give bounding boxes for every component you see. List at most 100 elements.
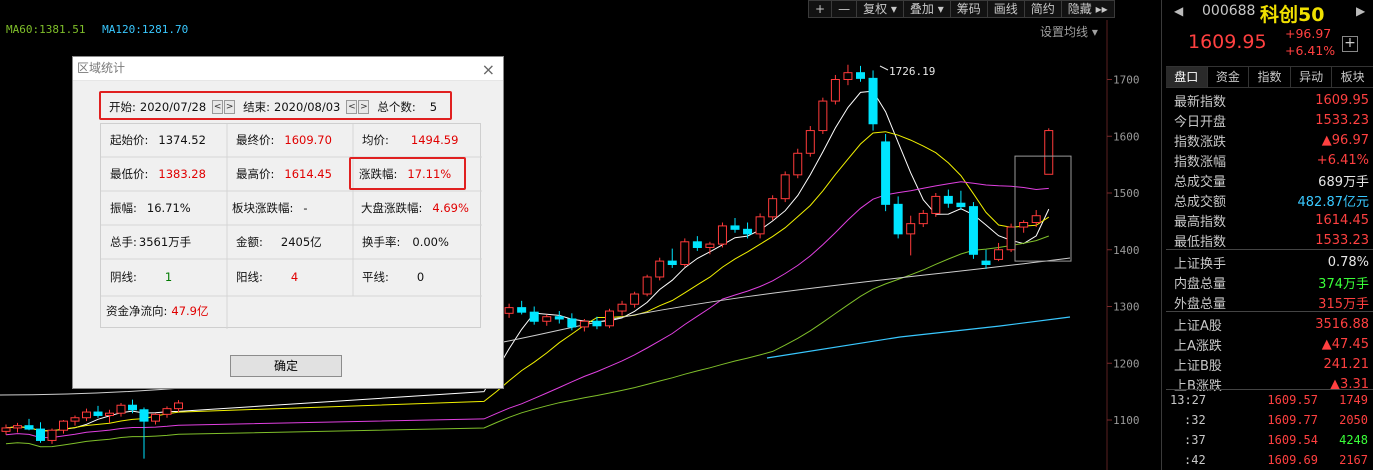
stat-sector: 板块涨跌幅: - — [232, 201, 308, 215]
quote-row-value: 1533.23 — [1315, 112, 1369, 128]
tab-funds[interactable]: 资金 — [1208, 67, 1250, 87]
candle-body — [70, 417, 80, 422]
tick-price: 1609.54 — [1267, 433, 1318, 447]
tab-orderbook[interactable]: 盘口 — [1166, 67, 1208, 87]
quote-row-label: 最新指数 — [1174, 94, 1227, 110]
candle-body — [1044, 130, 1054, 175]
tab-index[interactable]: 指数 — [1249, 67, 1291, 87]
tick-time: :32 — [1184, 413, 1206, 427]
high-annotation: 1726.19 — [889, 65, 935, 78]
stat-netflow: 资金净流向: 47.9亿 — [106, 304, 209, 318]
candle-body — [717, 225, 727, 245]
quote-row-value: +6.41% — [1316, 152, 1369, 168]
candle-body — [743, 228, 753, 235]
hide-button[interactable]: 隐藏 ▸▸ — [1061, 0, 1115, 18]
tick-volume: 4248 — [1339, 433, 1368, 447]
candle-body — [1006, 226, 1016, 251]
tick-time: 13:27 — [1170, 393, 1207, 407]
candle-body — [504, 307, 514, 314]
chips-button[interactable]: 筹码 — [950, 0, 988, 18]
range-highlight — [99, 91, 452, 120]
add-watchlist-icon[interactable]: + — [1342, 36, 1358, 52]
candle-body — [105, 412, 114, 416]
candle-body — [755, 216, 765, 235]
candle-body — [542, 316, 552, 322]
index-name: 科创50 — [1260, 4, 1325, 26]
quote-row-value: 1614.45 — [1315, 212, 1369, 228]
quote-row-label: 今日开盘 — [1174, 114, 1227, 130]
quote-row: 最新指数 1609.95 — [1174, 90, 1369, 110]
tick-row[interactable]: :32 1609.77 2050 — [1166, 410, 1370, 430]
candle-body — [128, 404, 137, 411]
candle-body — [956, 202, 966, 208]
zoom-out-button[interactable]: — — [832, 0, 858, 18]
quote-row-label: 最低指数 — [1174, 234, 1227, 250]
quote-row: 外盘总量 315万手 — [1174, 292, 1369, 312]
quote-row-value: 482.87亿元 — [1297, 194, 1370, 210]
simple-mode-button[interactable]: 简约 — [1024, 0, 1062, 18]
price-tick-label: 1700 — [1113, 74, 1140, 87]
quote-row-label: 指数涨跌 — [1174, 134, 1227, 150]
candle-body — [906, 223, 916, 235]
candle-body — [881, 141, 891, 205]
ma-settings-button[interactable]: 设置均线 ▾ — [1040, 23, 1098, 40]
candle-body — [139, 409, 149, 422]
tick-row[interactable]: 13:27 1609.57 1749 — [1166, 390, 1370, 410]
tick-row[interactable]: :42 1609.69 2167 — [1166, 450, 1370, 470]
candle-body — [24, 425, 34, 430]
overlay-dropdown[interactable]: 叠加 ▾ — [903, 0, 951, 18]
next-icon[interactable]: ▶ — [1356, 4, 1365, 18]
quote-row: 上证换手 0.78% — [1174, 252, 1369, 272]
tick-volume: 2050 — [1339, 413, 1368, 427]
quote-row: 最低指数 1533.23 — [1174, 230, 1369, 250]
range-selection-box — [1014, 155, 1072, 262]
stat-amplitude: 振幅: 16.71% — [110, 201, 191, 215]
tab-movement[interactable]: 异动 — [1291, 67, 1333, 87]
draw-line-button[interactable]: 画线 — [987, 0, 1025, 18]
dialog-titlebar[interactable]: 区域统计 × — [73, 57, 503, 81]
stat-market: 大盘涨跌幅: 4.69% — [361, 201, 469, 215]
candle-body — [856, 72, 865, 79]
quote-row-value: 1609.95 — [1315, 92, 1369, 108]
candle-body — [843, 72, 853, 81]
price-tick-label: 1200 — [1113, 357, 1140, 370]
stat-yang: 阳线: 4 — [236, 270, 299, 284]
price-tick-label: 1500 — [1113, 187, 1140, 200]
candle-body — [667, 260, 677, 266]
candle-body — [605, 310, 614, 327]
quote-row-label: 上证换手 — [1174, 256, 1227, 272]
candle-body — [59, 420, 68, 431]
candle-body — [579, 320, 589, 328]
stat-volume: 总手: 3561万手 — [110, 235, 192, 249]
quote-row: 指数涨跌 ▲96.97 — [1174, 130, 1369, 150]
dialog-title: 区域统计 — [77, 61, 126, 75]
adjust-dropdown[interactable]: 复权 ▾ — [857, 0, 904, 18]
stat-close: 最终价: 1609.70 — [236, 133, 332, 147]
stat-high: 最高价: 1614.45 — [236, 167, 332, 181]
candle-body — [981, 260, 991, 266]
price-tick-label: 1600 — [1113, 130, 1140, 143]
prev-icon[interactable]: ◀ — [1174, 4, 1183, 18]
stat-flat: 平线: 0 — [362, 270, 425, 284]
candle-body — [642, 276, 652, 295]
zoom-in-button[interactable]: + — [808, 0, 833, 18]
tick-volume: 1749 — [1339, 393, 1368, 407]
candle-body — [793, 152, 803, 176]
quote-row-value: 374万手 — [1318, 276, 1369, 292]
candle-body — [1, 427, 11, 432]
tab-sector[interactable]: 板块 — [1332, 67, 1373, 87]
quote-row-label: 内盘总量 — [1174, 276, 1227, 292]
candle-body — [174, 402, 183, 410]
candle-body — [630, 293, 640, 305]
stat-amount: 金额: 2405亿 — [236, 235, 322, 249]
ma120-label: MA120:1281.70 — [102, 23, 189, 36]
ok-button[interactable]: 确定 — [230, 355, 342, 377]
candle-body — [830, 79, 840, 102]
close-icon[interactable]: × — [482, 59, 495, 81]
candle-body — [692, 241, 702, 248]
ma120-line — [766, 316, 1071, 359]
tick-row[interactable]: :37 1609.54 4248 — [1166, 430, 1370, 450]
candle-body — [93, 411, 103, 416]
stat-turnover: 换手率: 0.00% — [362, 235, 449, 249]
candle-body — [1019, 222, 1029, 228]
